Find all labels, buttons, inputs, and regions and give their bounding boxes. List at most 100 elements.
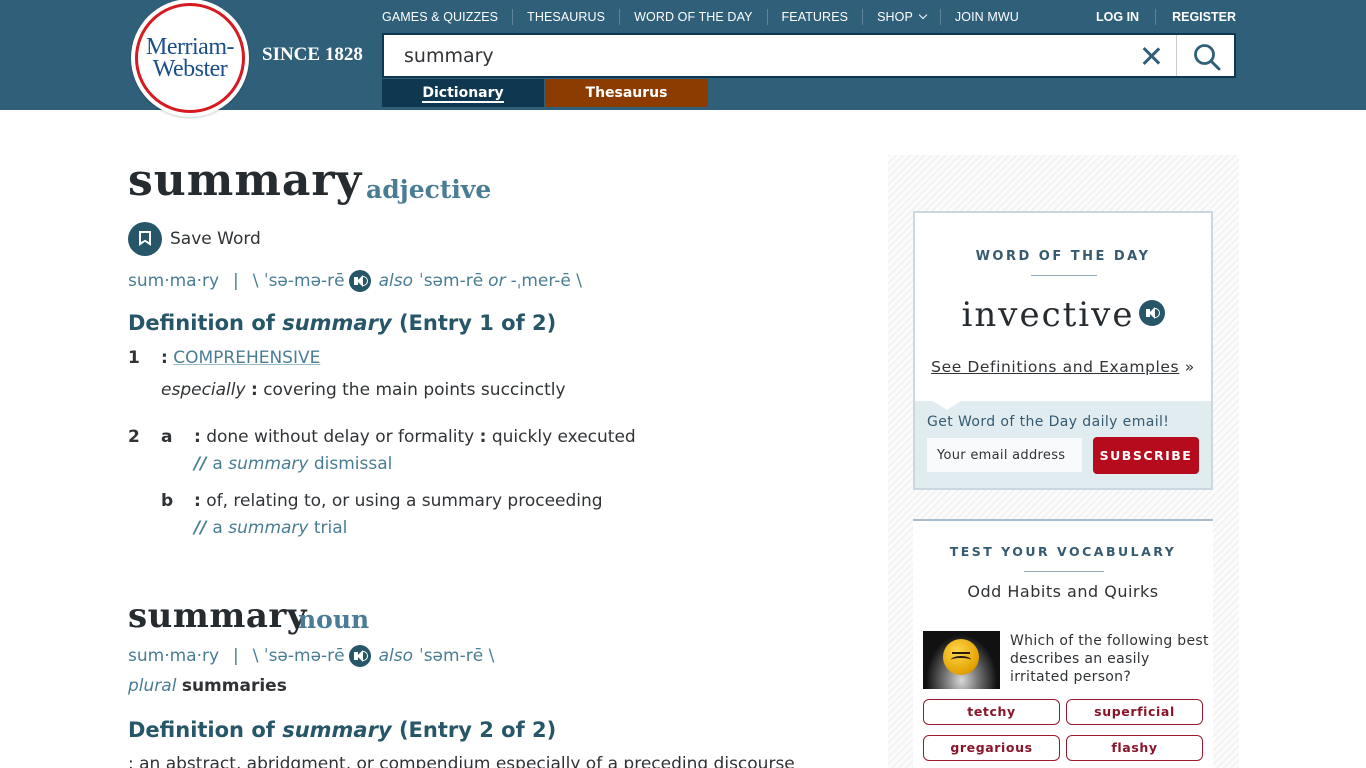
plural-word: summaries (181, 676, 287, 696)
example-sentence: //a summary dismissal (194, 454, 392, 474)
quiz-image (923, 631, 1000, 689)
nav-shop[interactable]: SHOP (862, 9, 940, 25)
nav-join-mwu[interactable]: JOIN MWU (939, 9, 1033, 25)
nav-word-of-the-day[interactable]: WORD OF THE DAY (619, 9, 766, 25)
headword-2: summary (128, 596, 308, 636)
sense-letter: b (161, 491, 174, 511)
or-label: or (488, 271, 506, 291)
login-link[interactable]: LOG IN (1096, 9, 1157, 25)
since-1828: SINCE 1828 (262, 44, 363, 65)
nav-thesaurus[interactable]: THESAURUS (512, 9, 619, 25)
pronunciation: \ ˈsə-mə-rē (252, 271, 345, 291)
example-marker: // (194, 518, 207, 538)
def-heading-word: summary (282, 718, 392, 742)
colon: : (479, 427, 487, 447)
speaker-icon[interactable] (348, 270, 371, 292)
pronunciation-alt: ˈsəm-rē (419, 271, 484, 291)
pronunciation-row: sum·ma·ry | \ ˈsə-mə-rē also ˈsəm-rē or … (128, 270, 582, 292)
example-marker: // (194, 454, 207, 474)
also-label: also (378, 271, 414, 291)
vocab-title: TEST YOUR VOCABULARY (949, 544, 1177, 559)
also-label: also (378, 646, 414, 666)
answer-button[interactable]: superficial (1066, 699, 1203, 725)
def-heading-word: summary (282, 311, 392, 335)
sense-letter: a (161, 427, 173, 447)
email-label: Get Word of the Day daily email! (927, 414, 1170, 430)
irritated-face-icon (943, 639, 979, 675)
sense-number: 2 (128, 427, 140, 447)
sense-2b-definition: : of, relating to, or using a summary pr… (194, 491, 603, 511)
colon: : (161, 348, 168, 368)
word-of-the-day-card: WORD OF THE DAY invective See Definition… (913, 211, 1213, 490)
close-icon[interactable] (1138, 43, 1164, 69)
separator: | (233, 646, 239, 666)
tab-thesaurus[interactable]: Thesaurus (545, 79, 708, 107)
search-input[interactable] (404, 42, 1124, 70)
nav-features[interactable]: FEATURES (766, 9, 863, 25)
example-word: summary (228, 518, 309, 538)
plural-label: plural (128, 676, 177, 696)
wod-definitions-link[interactable]: See Definitions and Examples » (915, 358, 1211, 376)
vocab-subtitle[interactable]: Odd Habits and Quirks (913, 582, 1213, 601)
separator: | (233, 271, 239, 291)
def-heading-suffix: (Entry 1 of 2) (391, 311, 557, 335)
function-label-2[interactable]: noun (298, 605, 369, 634)
search-icon (1194, 44, 1221, 71)
speaker-icon[interactable] (348, 645, 371, 667)
logo-text: Merriam- Webster (131, 34, 249, 82)
wod-email-signup: Get Word of the Day daily email! SUBSCRI… (915, 401, 1211, 488)
wod-link-text: See Definitions and Examples (931, 358, 1180, 376)
logo-line-1: Merriam- (146, 34, 234, 60)
site-header: Merriam- Webster SINCE 1828 GAMES & QUIZ… (0, 0, 1366, 117)
chevron-down-icon (918, 10, 928, 20)
example-text: trial (313, 518, 348, 538)
syllables: sum·ma·ry (128, 271, 220, 291)
entry-2-definition: : an abstract, abridgment, or compendium… (128, 754, 795, 768)
register-link[interactable]: REGISTER (1156, 9, 1236, 25)
subscribe-button[interactable]: SUBSCRIBE (1093, 437, 1199, 474)
tab-dictionary[interactable]: Dictionary (382, 79, 544, 107)
chevron-right-icon: » (1184, 358, 1195, 376)
pronunciation: \ ˈsə-mə-rē (252, 646, 345, 666)
definition-text: of, relating to, or using a summary proc… (206, 491, 603, 511)
definition-heading-2: Definition of summary (Entry 2 of 2) (128, 718, 556, 742)
colon: : (194, 491, 201, 511)
comprehensive-link[interactable]: COMPREHENSIVE (173, 348, 320, 368)
save-word-button[interactable]: Save Word (128, 222, 261, 256)
def-heading-suffix: (Entry 2 of 2) (391, 718, 557, 742)
def-heading-prefix: Definition of (128, 718, 283, 742)
search-button[interactable] (1176, 35, 1234, 76)
example-text: a (212, 518, 223, 538)
function-label[interactable]: adjective (366, 175, 491, 204)
quiz-question: Which of the following best describes an… (1010, 633, 1209, 685)
top-nav: GAMES & QUIZZES THESAURUS WORD OF THE DA… (382, 9, 1033, 25)
example-word: summary (228, 454, 309, 474)
def-heading-prefix: Definition of (128, 311, 283, 335)
nav-games-quizzes[interactable]: GAMES & QUIZZES (382, 9, 512, 25)
answer-button[interactable]: gregarious (923, 735, 1060, 761)
pronunciation-alt-2: -ˌmer-ē \ (510, 271, 583, 291)
wod-title: WORD OF THE DAY (975, 249, 1151, 264)
divider (1031, 275, 1097, 276)
divider (1024, 571, 1104, 572)
definition-heading-1: Definition of summary (Entry 1 of 2) (128, 311, 556, 335)
logo-line-2: Webster (152, 56, 228, 82)
answer-button[interactable]: tetchy (923, 699, 1060, 725)
especially-label: especially (161, 380, 246, 400)
answer-button[interactable]: flashy (1066, 735, 1203, 761)
vocabulary-quiz-card: TEST YOUR VOCABULARY Odd Habits and Quir… (913, 519, 1213, 768)
wod-word-text[interactable]: invective (961, 295, 1134, 335)
colon: : (250, 380, 258, 400)
definition-text: done without delay or formality (206, 427, 475, 447)
save-word-label: Save Word (170, 229, 261, 249)
merriam-webster-logo[interactable]: Merriam- Webster (131, 0, 249, 117)
email-input[interactable] (927, 438, 1082, 472)
colon: : (194, 427, 201, 447)
pronunciation-alt: ˈsəm-rē \ (419, 646, 495, 666)
wod-word: invective (915, 295, 1211, 335)
nav-shop-label: SHOP (877, 10, 913, 24)
tab-dictionary-label: Dictionary (422, 85, 504, 103)
auth-links: LOG IN REGISTER (1096, 9, 1236, 25)
speaker-icon[interactable] (1138, 300, 1165, 326)
plural-form: plural summaries (128, 676, 287, 696)
